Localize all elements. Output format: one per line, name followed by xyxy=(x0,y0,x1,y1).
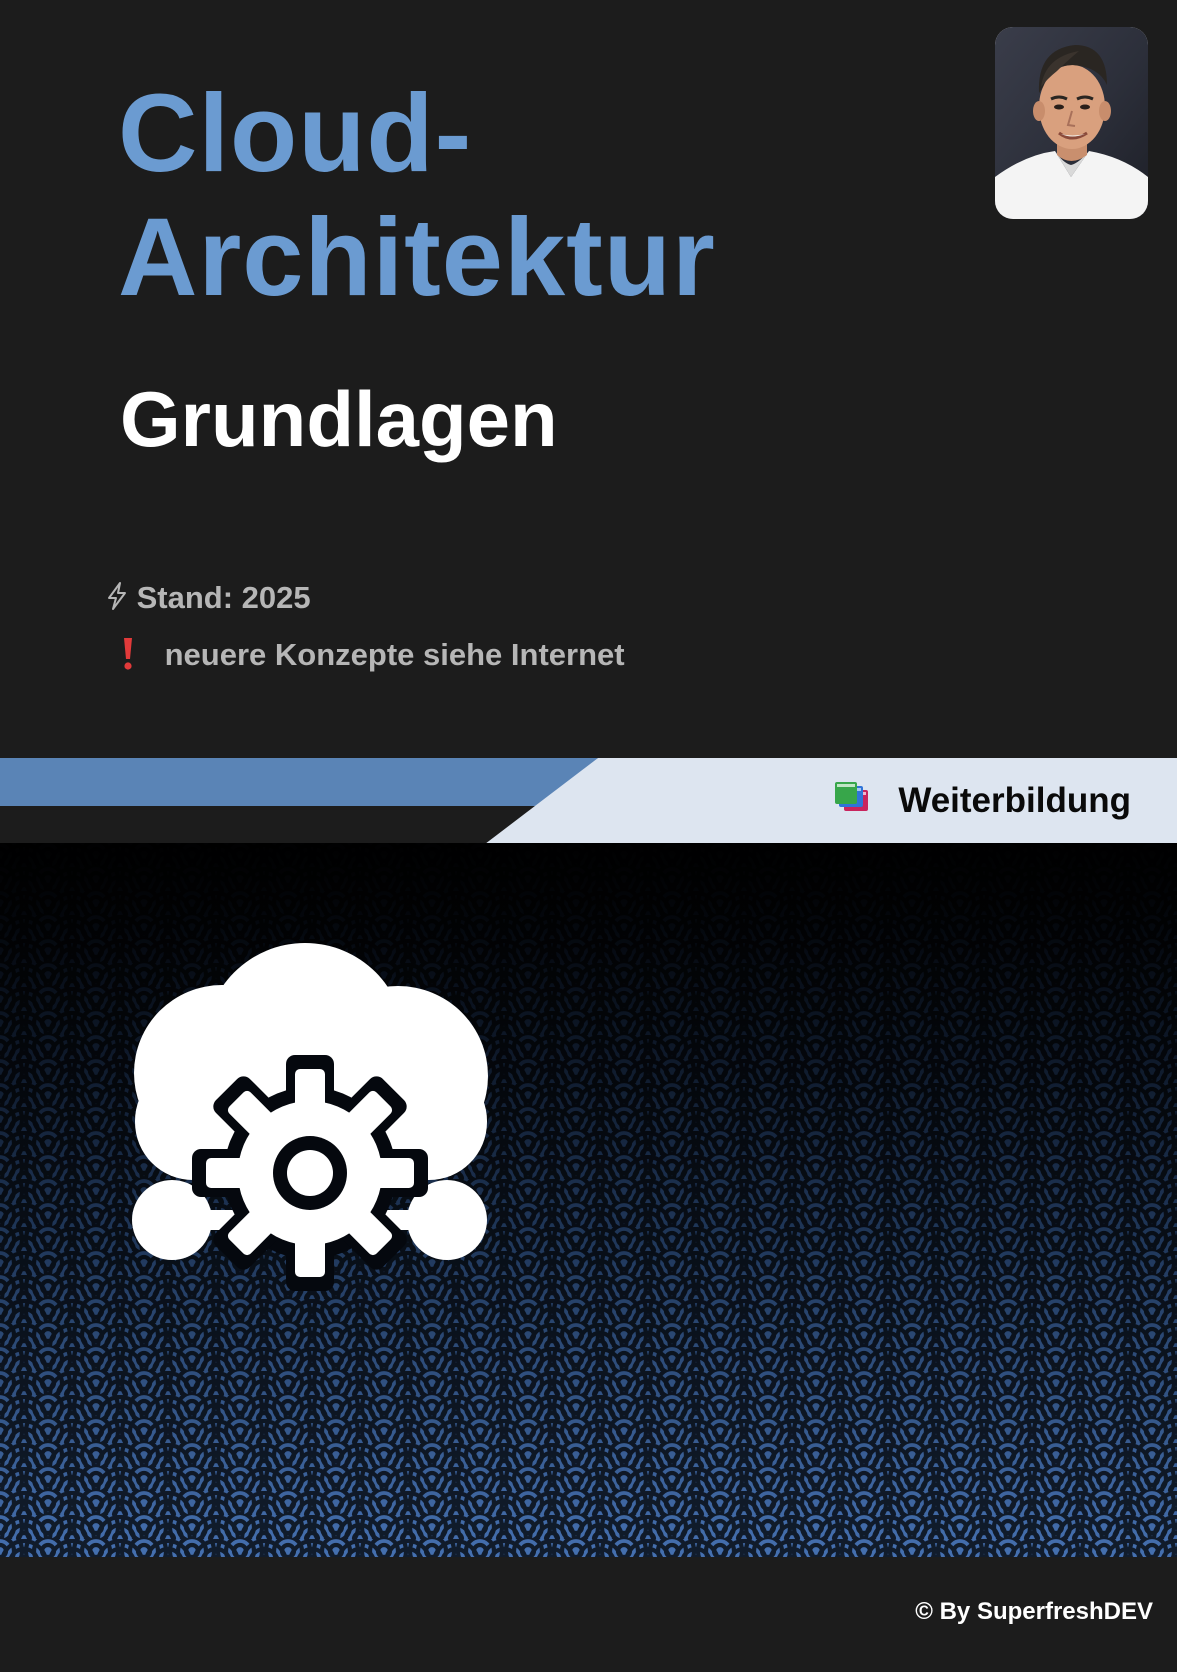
books-icon xyxy=(834,779,872,824)
stand-line: Stand: 2025 xyxy=(106,580,311,619)
exclamation-mark-icon xyxy=(106,635,156,679)
footer-copyright: © By SuperfreshDEV xyxy=(915,1598,1153,1625)
category-label: Weiterbildung xyxy=(898,781,1131,820)
cloud-gear-network-icon xyxy=(132,943,488,1291)
note-line: neuere Konzepte siehe Internet xyxy=(106,635,625,679)
lightning-bolt-icon xyxy=(106,581,128,619)
stand-label: Stand: 2025 xyxy=(136,580,311,615)
page-subtitle: Grundlagen xyxy=(120,375,558,463)
note-label: neuere Konzepte siehe Internet xyxy=(164,637,625,673)
title-line-1: Cloud- xyxy=(118,72,473,195)
title-line-2: Architektur xyxy=(118,196,716,319)
seigaiha-pattern-background xyxy=(0,843,1177,1557)
author-portrait-image xyxy=(995,27,1148,219)
page-title: Cloud- Architektur xyxy=(118,72,716,320)
category-label-group: Weiterbildung xyxy=(834,778,1131,824)
author-avatar xyxy=(995,27,1148,219)
